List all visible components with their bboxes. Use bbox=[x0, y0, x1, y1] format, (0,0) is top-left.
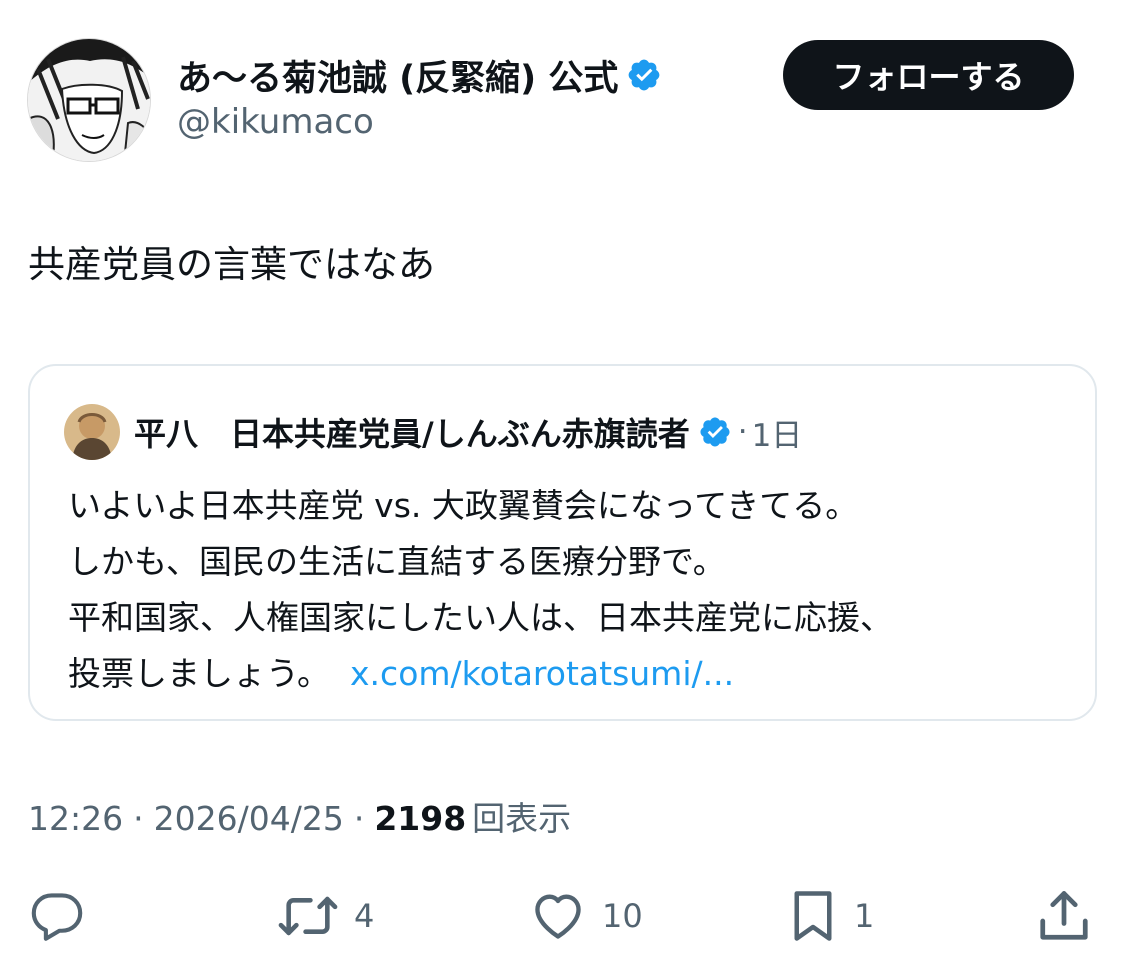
tweet-meta: 12:26 · 2026/04/25 · 2198 回表示 bbox=[28, 792, 571, 840]
retweet-count: 4 bbox=[354, 897, 375, 935]
author-display-name[interactable]: あ〜る菊池誠 (反緊縮) 公式 bbox=[177, 50, 618, 101]
tweet-time[interactable]: 12:26 bbox=[28, 799, 123, 838]
share-icon bbox=[1040, 891, 1088, 940]
quoted-tweet-body: いよいよ日本共産党 vs. 大政翼賛会になってきてる。 しかも、国民の生活に直結… bbox=[68, 478, 1078, 702]
quoted-text-line: 平和国家、人権国家にしたい人は、日本共産党に応援、 bbox=[68, 598, 893, 637]
bookmark-button[interactable]: 1 bbox=[786, 884, 874, 948]
author-name-row: あ〜る菊池誠 (反緊縮) 公式 bbox=[177, 48, 662, 102]
views-label: 回表示 bbox=[472, 799, 572, 838]
reply-icon bbox=[31, 893, 83, 941]
quoted-timestamp: 1日 bbox=[751, 417, 803, 454]
quoted-separator: · bbox=[737, 414, 748, 450]
quoted-tweet-header: 平八 日本共産党員/しんぶん赤旗読者 · 1日 bbox=[64, 404, 802, 460]
verified-badge-icon bbox=[629, 59, 660, 91]
heart-icon bbox=[535, 894, 581, 939]
quoted-text-line: いよいよ日本共産党 vs. 大政翼賛会になってきてる。 bbox=[68, 486, 859, 525]
author-avatar[interactable] bbox=[27, 38, 151, 162]
retweet-icon bbox=[278, 896, 338, 936]
reply-button[interactable] bbox=[28, 884, 86, 948]
meta-separator: · bbox=[353, 799, 365, 838]
quoted-tweet-card[interactable]: 平八 日本共産党員/しんぶん赤旗読者 · 1日 いよいよ日本共産党 vs. 大政… bbox=[28, 364, 1097, 721]
tweet-text: 共産党員の言葉ではなあ bbox=[28, 243, 435, 286]
like-button[interactable]: 10 bbox=[528, 884, 643, 948]
author-handle[interactable]: @kikumaco bbox=[177, 102, 374, 142]
bookmark-count: 1 bbox=[854, 897, 875, 935]
retweet-button[interactable]: 4 bbox=[276, 884, 374, 948]
share-button[interactable] bbox=[1036, 884, 1092, 948]
views-count: 2198 bbox=[374, 799, 467, 838]
quoted-link[interactable]: x.com/kotarotatsumi/... bbox=[350, 654, 734, 693]
tweet-date[interactable]: 2026/04/25 bbox=[154, 799, 344, 838]
meta-separator: · bbox=[133, 799, 144, 838]
quoted-author-name: 平八 日本共産党員/しんぶん赤旗読者 bbox=[134, 415, 690, 453]
quoted-text-line-last: 投票しましょう。 x.com/kotarotatsumi/... bbox=[68, 646, 1078, 702]
quoted-text-line-content: 投票しましょう。 bbox=[68, 654, 331, 693]
quoted-verified-badge-icon bbox=[700, 417, 730, 447]
follow-button[interactable]: フォローする bbox=[783, 40, 1074, 110]
quoted-text-line: しかも、国民の生活に直結する医療分野で。 bbox=[68, 542, 726, 581]
quoted-author-avatar bbox=[64, 404, 120, 460]
bookmark-icon bbox=[794, 891, 832, 941]
like-count: 10 bbox=[602, 897, 643, 935]
